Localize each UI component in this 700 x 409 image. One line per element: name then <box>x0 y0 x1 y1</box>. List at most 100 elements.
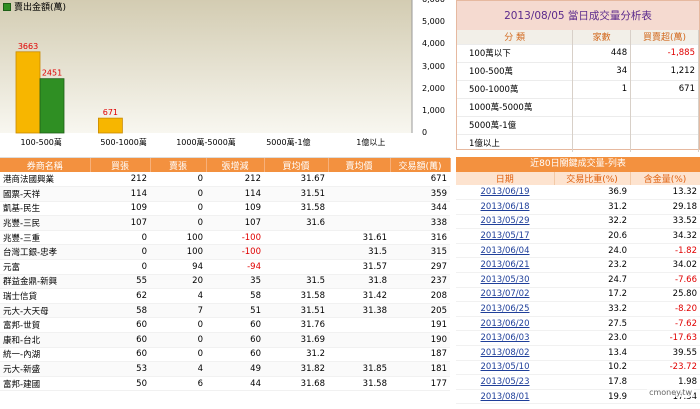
broker-row: 元大-新盛 53 4 49 31.82 31.85 181 <box>0 361 450 377</box>
summary-row: 1000萬-5000萬 <box>457 97 699 116</box>
broker-cell-sell: 0 <box>150 186 206 202</box>
summary-cell-count <box>572 133 632 152</box>
legend-swatch-icon <box>3 2 11 11</box>
broker-cell-sell: 0 <box>150 317 206 334</box>
broker-cell-name[interactable]: 兆豐-三重 <box>0 230 90 246</box>
history-cell-date-link[interactable]: 2013/05/23 <box>456 374 554 390</box>
history-cell-date-link[interactable]: 2013/07/02 <box>456 287 554 303</box>
broker-cell-buy: 0 <box>90 259 150 275</box>
history-row: 2013/08/02 13.4 39.55 <box>456 345 700 361</box>
broker-cell-name[interactable]: 康和-台北 <box>0 332 90 348</box>
broker-row: 瑞士信貸 62 4 58 31.58 31.42 208 <box>0 288 450 304</box>
history-cell-ratio: 17.2 <box>554 287 630 303</box>
broker-cell-name[interactable]: 瑞士信貸 <box>0 288 90 304</box>
broker-cell-buy-avg: 31.82 <box>264 361 328 377</box>
history-row: 2013/05/30 24.7 -7.66 <box>456 272 700 288</box>
watermark: cmoney.tw <box>647 388 694 397</box>
broker-header-amount: 交易額(萬) <box>390 158 451 172</box>
history-cell-date-link[interactable]: 2013/06/25 <box>456 301 554 317</box>
chart-canvas: 3663 2451 671 <box>0 0 413 134</box>
history-cell-ratio: 32.2 <box>554 214 630 230</box>
broker-cell-sell-avg <box>328 215 390 231</box>
broker-cell-sell: 100 <box>150 244 206 261</box>
history-cell-date-link[interactable]: 2013/05/10 <box>456 360 554 376</box>
data-label: 2451 <box>42 69 62 78</box>
x-category-label: 1億以上 <box>356 138 386 147</box>
broker-row: 國票-天祥 114 0 114 31.51 359 <box>0 186 450 202</box>
broker-cell-name[interactable]: 凱基-民生 <box>0 201 90 217</box>
history-cell-date-link[interactable]: 2013/05/30 <box>456 272 554 288</box>
history-cell-ratio: 27.5 <box>554 316 630 332</box>
broker-cell-name[interactable]: 元富 <box>0 259 90 275</box>
broker-cell-amount: 190 <box>390 332 450 348</box>
broker-cell-amount: 315 <box>390 244 450 261</box>
broker-cell-buy: 58 <box>90 303 150 319</box>
history-cell-date-link[interactable]: 2013/06/20 <box>456 316 554 332</box>
history-cell-ratio: 19.9 <box>554 389 630 405</box>
history-cell-date-link[interactable]: 2013/06/04 <box>456 243 554 259</box>
summary-cell-net: -1,885 <box>630 43 699 62</box>
history-row: 2013/06/18 31.2 29.18 <box>456 199 700 215</box>
broker-cell-sell: 4 <box>150 361 206 377</box>
broker-cell-buy-avg: 31.58 <box>264 201 328 217</box>
broker-row: 台灣工銀-忠孝 0 100 -100 31.5 315 <box>0 244 450 261</box>
summary-cell-name: 100萬以下 <box>457 43 574 62</box>
summary-cell-name: 100-500萬 <box>457 61 574 80</box>
broker-header-name: 券商名稱 <box>0 158 91 172</box>
history-cell-gold: -1.82 <box>630 243 700 259</box>
broker-cell-sell: 94 <box>150 259 206 275</box>
broker-cell-sell-avg <box>328 332 390 348</box>
y-tick-label: 6,000 <box>422 0 445 4</box>
summary-cell-net <box>630 115 699 134</box>
history-cell-date-link[interactable]: 2013/05/29 <box>456 214 554 230</box>
broker-cell-buy-avg: 31.58 <box>264 288 328 304</box>
broker-cell-buy: 0 <box>90 244 150 261</box>
broker-cell-buy-avg <box>264 244 328 261</box>
history-cell-ratio: 10.2 <box>554 360 630 376</box>
broker-row: 兆豐-三重 0 100 -100 31.61 316 <box>0 230 450 246</box>
history-cell-ratio: 20.6 <box>554 228 630 244</box>
history-cell-date-link[interactable]: 2013/05/17 <box>456 228 554 244</box>
broker-cell-name[interactable]: 元大-大天母 <box>0 303 90 319</box>
broker-cell-name[interactable]: 國票-天祥 <box>0 186 90 202</box>
history-cell-date-link[interactable]: 2013/06/18 <box>456 199 554 215</box>
history-cell-ratio: 31.2 <box>554 199 630 215</box>
broker-cell-name[interactable]: 富邦-世貿 <box>0 317 90 334</box>
x-category-label: 500-1000萬 <box>100 138 147 147</box>
y-tick-label: 2,000 <box>422 83 445 93</box>
broker-row: 兆豐-三民 107 0 107 31.6 338 <box>0 215 450 231</box>
summary-row: 500-1000萬 1 671 <box>457 79 699 98</box>
broker-cell-sell: 0 <box>150 201 206 217</box>
history-cell-date-link[interactable]: 2013/06/19 <box>456 185 554 201</box>
broker-header-sell-avg: 賣均價 <box>328 158 391 172</box>
history-cell-gold: -7.66 <box>630 272 700 288</box>
broker-cell-sell: 4 <box>150 288 206 304</box>
broker-cell-name[interactable]: 統一-內湖 <box>0 347 90 363</box>
history-cell-date-link[interactable]: 2013/08/02 <box>456 345 554 361</box>
broker-cell-buy-avg: 31.2 <box>264 347 328 363</box>
bar-1-0 <box>39 78 65 134</box>
broker-cell-amount: 177 <box>390 376 450 392</box>
broker-cell-name[interactable]: 台灣工銀-忠孝 <box>0 244 90 261</box>
broker-cell-amount: 208 <box>390 288 450 304</box>
broker-cell-sell-avg: 31.58 <box>328 376 390 392</box>
history-cell-date-link[interactable]: 2013/06/03 <box>456 330 554 347</box>
history-cell-ratio: 13.4 <box>554 345 630 361</box>
broker-cell-amount: 297 <box>390 259 450 275</box>
sell-amount-chart: 3663 2451 671 賣出金額(萬) 6,000 5,000 4,000 3,000… <box>0 0 450 150</box>
broker-cell-name[interactable]: 兆豐-三民 <box>0 215 90 231</box>
history-header-gold: 含金量(%) <box>630 172 700 185</box>
history-cell-date-link[interactable]: 2013/08/01 <box>456 389 554 405</box>
broker-cell-name[interactable]: 富邦-建國 <box>0 376 90 392</box>
bar-0-1 <box>98 117 123 134</box>
broker-cell-name[interactable]: 群益金鼎-新興 <box>0 274 90 290</box>
summary-cell-count: 34 <box>572 61 632 80</box>
broker-cell-name[interactable]: 港商法國興業 <box>0 172 90 188</box>
broker-cell-buy-avg: 31.68 <box>264 376 328 392</box>
history-cell-gold: 29.18 <box>630 199 700 215</box>
broker-header-buy-avg: 買均價 <box>264 158 329 172</box>
history-cell-gold: -7.62 <box>630 316 700 332</box>
broker-cell-name[interactable]: 元大-新盛 <box>0 361 90 377</box>
history-cell-date-link[interactable]: 2013/06/21 <box>456 257 554 274</box>
history-row: 2013/06/20 27.5 -7.62 <box>456 316 700 332</box>
